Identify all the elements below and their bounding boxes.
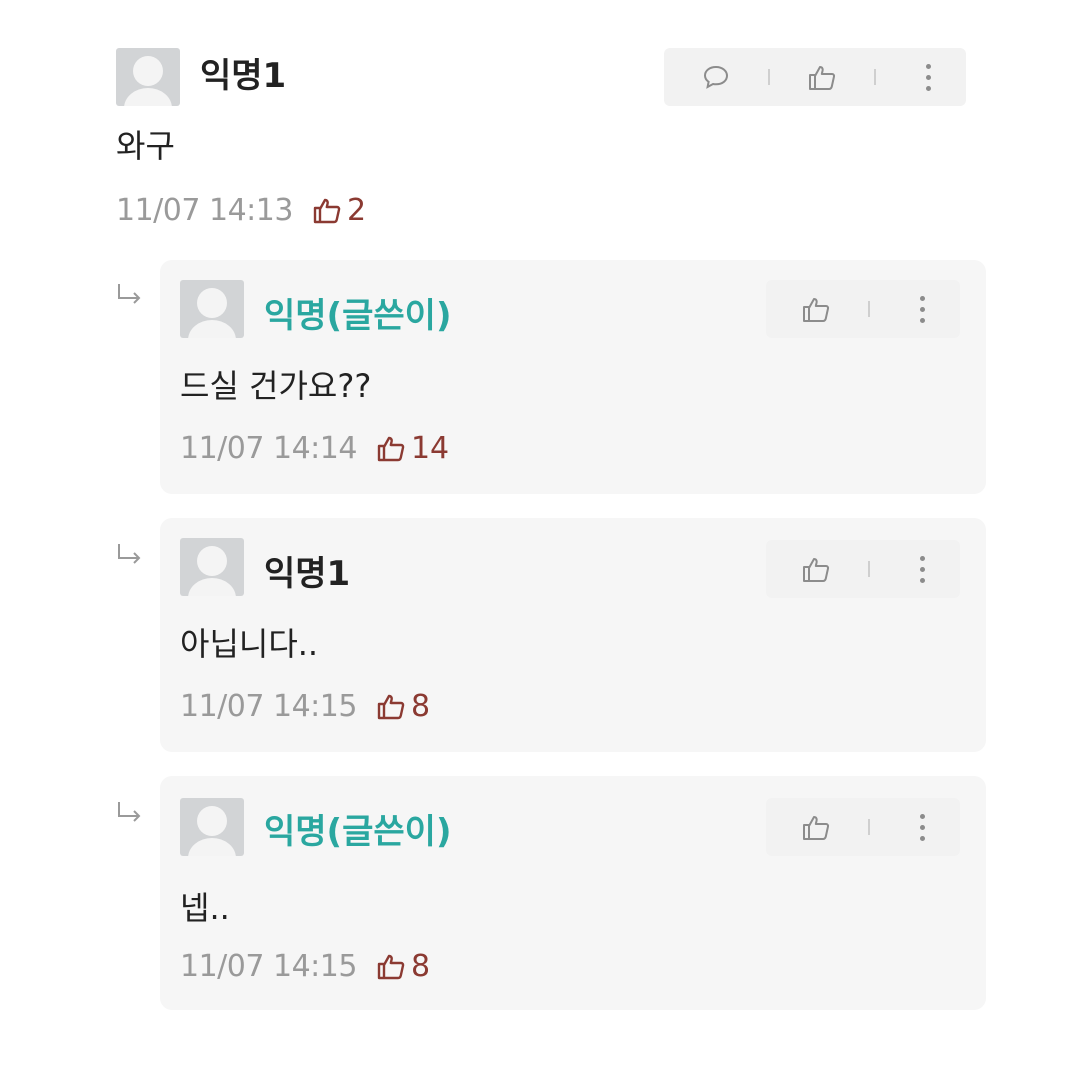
more-icon[interactable] — [902, 549, 942, 589]
reply-item: 익명(글쓴이) 넵.. 11/07 14:15 8 — [160, 776, 986, 1010]
avatar[interactable] — [116, 48, 180, 106]
like-count[interactable]: 14 — [375, 431, 449, 466]
more-icon[interactable] — [908, 57, 948, 97]
comment-timestamp: 11/07 14:13 — [116, 192, 293, 228]
reply-action-bar — [766, 540, 960, 598]
reply-text: 넵.. — [180, 889, 230, 927]
comment-icon[interactable] — [696, 57, 736, 97]
reply-timestamp: 11/07 14:14 — [180, 430, 357, 466]
avatar[interactable] — [180, 280, 244, 338]
reply-item: 익명(글쓴이) 드실 건가요?? 11/07 14:14 14 — [160, 260, 986, 494]
avatar[interactable] — [180, 798, 244, 856]
thumbs-up-icon[interactable] — [802, 57, 842, 97]
reply-arrow-icon — [118, 284, 141, 304]
reply-author: 익명(글쓴이) — [264, 296, 452, 336]
reply-meta: 11/07 14:15 8 — [180, 686, 430, 726]
thumbs-up-icon — [377, 694, 405, 720]
reply-timestamp: 11/07 14:15 — [180, 688, 357, 724]
like-count[interactable]: 8 — [375, 689, 430, 724]
reply-text: 드실 건가요?? — [180, 367, 372, 405]
comment-text: 와구 — [116, 127, 175, 165]
more-icon[interactable] — [902, 289, 942, 329]
reply-arrow-icon — [118, 544, 141, 564]
like-count[interactable]: 2 — [311, 193, 366, 228]
thumbs-up-icon[interactable] — [796, 807, 836, 847]
comment-action-bar — [664, 48, 966, 106]
thumbs-up-icon[interactable] — [796, 289, 836, 329]
like-count[interactable]: 8 — [375, 949, 430, 984]
reply-author: 익명(글쓴이) — [264, 812, 452, 852]
comment-author: 익명1 — [200, 56, 287, 96]
reply-author: 익명1 — [264, 554, 351, 594]
comment-meta: 11/07 14:13 2 — [116, 190, 366, 230]
reply-text: 아닙니다.. — [180, 625, 319, 663]
comment-item: 익명1 와구 11/07 14:13 2 — [0, 0, 1080, 240]
reply-arrow-icon — [118, 802, 141, 822]
reply-meta: 11/07 14:15 8 — [180, 946, 430, 986]
reply-timestamp: 11/07 14:15 — [180, 948, 357, 984]
reply-item: 익명1 아닙니다.. 11/07 14:15 8 — [160, 518, 986, 752]
reply-action-bar — [766, 280, 960, 338]
more-icon[interactable] — [902, 807, 942, 847]
thumbs-up-icon — [313, 198, 341, 224]
thumbs-up-icon — [377, 954, 405, 980]
thumbs-up-icon[interactable] — [796, 549, 836, 589]
reply-meta: 11/07 14:14 14 — [180, 428, 449, 468]
avatar[interactable] — [180, 538, 244, 596]
thumbs-up-icon — [377, 436, 405, 462]
reply-action-bar — [766, 798, 960, 856]
